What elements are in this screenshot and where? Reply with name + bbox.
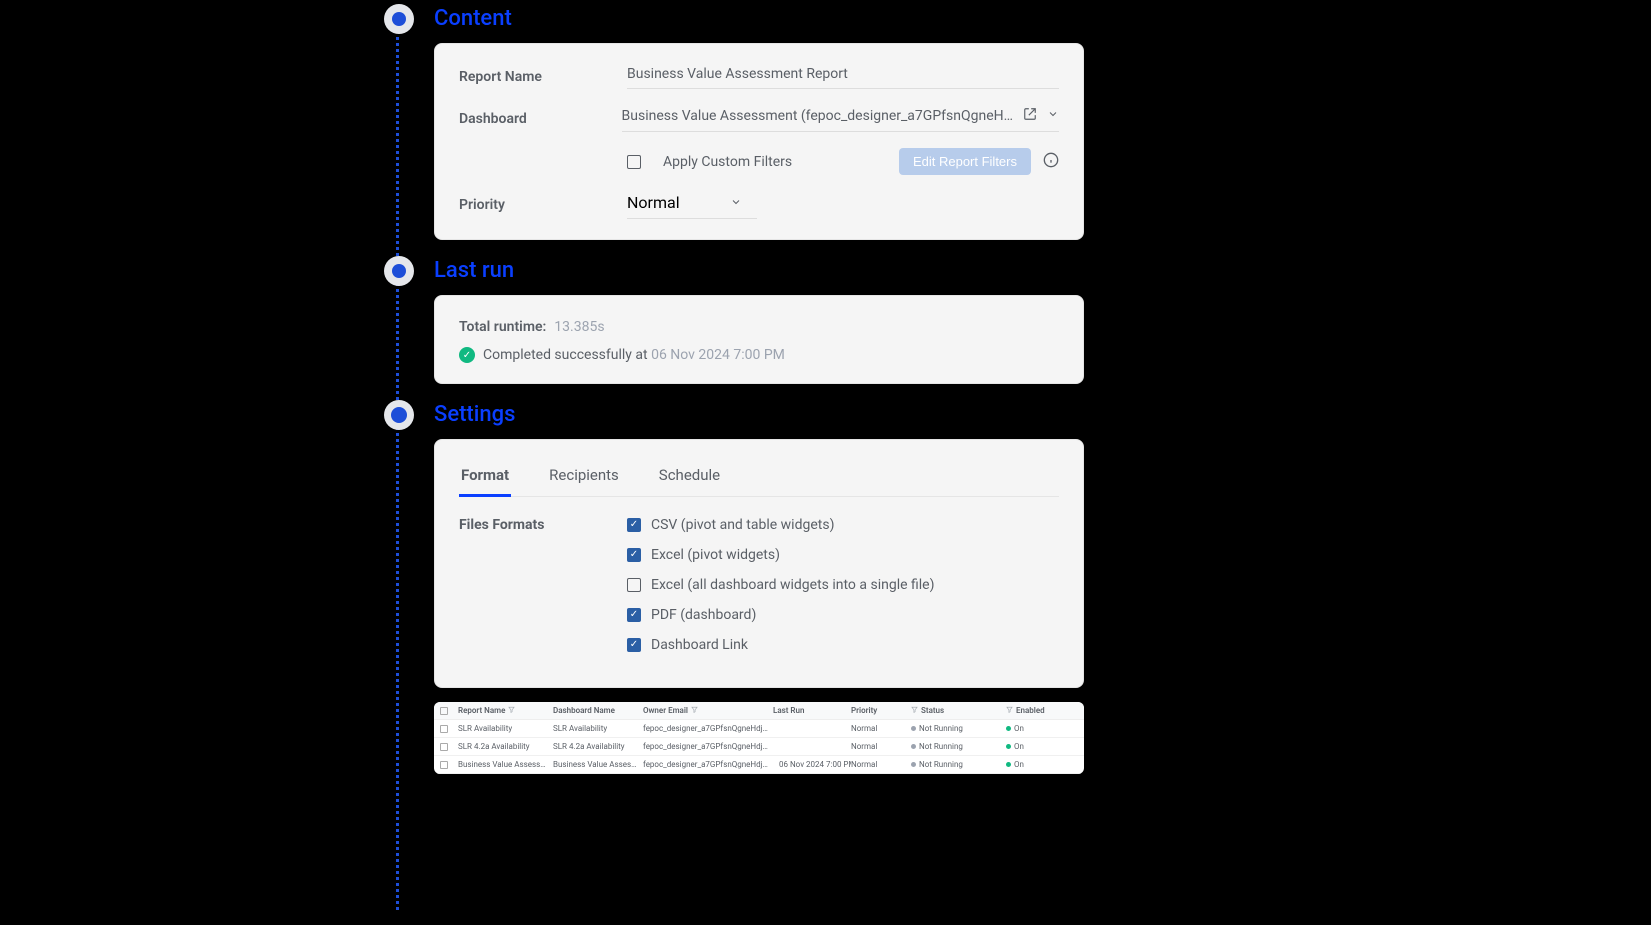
cell-status: Not Running	[911, 742, 1006, 751]
enabled-dot-icon	[1006, 762, 1011, 767]
formats-list: CSV (pivot and table widgets) Excel (pivo…	[627, 517, 1059, 667]
dashboard-value: Business Value Assessment (fepoc_designe…	[622, 108, 1013, 124]
lastrun-status-time: 06 Nov 2024 7:00 PM	[651, 347, 785, 363]
col-last-run[interactable]: Last Run	[773, 706, 804, 715]
cell-status: Not Running	[911, 724, 1006, 733]
format-label: Dashboard Link	[651, 637, 748, 653]
section-bullet-settings	[384, 400, 414, 430]
col-owner-email[interactable]: Owner Email	[643, 706, 688, 715]
apply-filters-label: Apply Custom Filters	[663, 154, 887, 170]
format-checkbox[interactable]	[627, 638, 641, 652]
cell-owner-email: fepoc_designer_a7GPfsnQgneHdjfkMpLOM…	[643, 760, 773, 769]
section-title-settings: Settings	[434, 400, 1084, 427]
status-dot-icon	[911, 762, 916, 767]
check-circle-icon: ✓	[459, 347, 475, 363]
cell-report-name: Business Value Assessment Report	[458, 760, 553, 769]
cell-enabled: On	[1006, 742, 1056, 751]
apply-filters-checkbox[interactable]	[627, 155, 641, 169]
cell-dashboard-name: SLR 4.2a Availability	[553, 742, 643, 751]
select-all-checkbox[interactable]	[440, 707, 448, 715]
lastrun-card: Total runtime: 13.385s ✓ Completed succe…	[434, 295, 1084, 384]
cell-report-name: SLR Availability	[458, 724, 553, 733]
format-checkbox[interactable]	[627, 578, 641, 592]
col-dashboard-name[interactable]: Dashboard Name	[553, 706, 615, 715]
col-enabled[interactable]: Enabled	[1016, 706, 1045, 715]
dashboard-label: Dashboard	[459, 111, 622, 127]
settings-card: Format Recipients Schedule Files Formats…	[434, 439, 1084, 688]
chevron-down-icon	[730, 193, 742, 212]
report-name-label: Report Name	[459, 69, 627, 85]
external-link-icon[interactable]	[1023, 107, 1037, 125]
section-bullet-lastrun	[384, 256, 414, 286]
format-checkbox[interactable]	[627, 518, 641, 532]
enabled-dot-icon	[1006, 744, 1011, 749]
cell-owner-email: fepoc_designer_a7GPfsnQgneHdjfkMpLOM…	[643, 724, 773, 733]
format-option: Dashboard Link	[627, 637, 1059, 653]
priority-label: Priority	[459, 197, 627, 213]
table-row[interactable]: SLR 4.2a AvailabilitySLR 4.2a Availabili…	[434, 738, 1084, 756]
edit-report-filters-button[interactable]: Edit Report Filters	[899, 148, 1031, 175]
settings-tabs: Format Recipients Schedule	[459, 460, 1059, 497]
format-option: Excel (pivot widgets)	[627, 547, 1059, 563]
filter-icon[interactable]	[911, 706, 918, 715]
cell-owner-email: fepoc_designer_a7GPfsnQgneHdjfkMpLOM…	[643, 742, 773, 751]
section-title-content: Content	[434, 4, 1084, 31]
cell-dashboard-name: Business Value Assessment	[553, 760, 643, 769]
cell-priority: Normal	[851, 742, 911, 751]
table-row[interactable]: SLR AvailabilitySLR Availabilityfepoc_de…	[434, 720, 1084, 738]
cell-report-name: SLR 4.2a Availability	[458, 742, 553, 751]
format-label: Excel (all dashboard widgets into a sing…	[651, 577, 934, 593]
tab-recipients[interactable]: Recipients	[547, 460, 621, 496]
info-icon[interactable]	[1043, 152, 1059, 172]
cell-dashboard-name: SLR Availability	[553, 724, 643, 733]
cell-priority: Normal	[851, 724, 911, 733]
section-bullet-content	[384, 4, 414, 34]
format-option: CSV (pivot and table widgets)	[627, 517, 1059, 533]
format-checkbox[interactable]	[627, 548, 641, 562]
filter-icon[interactable]	[691, 706, 698, 715]
priority-select[interactable]: Normal	[627, 191, 757, 219]
table-row[interactable]: Business Value Assessment ReportBusiness…	[434, 756, 1084, 774]
format-label: PDF (dashboard)	[651, 607, 756, 623]
enabled-dot-icon	[1006, 726, 1011, 731]
table-header: Report Name Dashboard Name Owner Email L…	[434, 702, 1084, 720]
lastrun-status-text: Completed successfully at	[483, 347, 648, 363]
format-label: Excel (pivot widgets)	[651, 547, 780, 563]
reports-table: Report Name Dashboard Name Owner Email L…	[434, 702, 1084, 774]
runtime-value: 13.385s	[554, 319, 604, 335]
cell-status: Not Running	[911, 760, 1006, 769]
content-card: Report Name Business Value Assessment Re…	[434, 43, 1084, 240]
row-checkbox[interactable]	[440, 725, 448, 733]
cell-last-run: 06 Nov 2024 7:00 PM	[773, 760, 851, 769]
tab-format[interactable]: Format	[459, 460, 511, 497]
cell-enabled: On	[1006, 724, 1056, 733]
col-status[interactable]: Status	[921, 706, 944, 715]
col-priority[interactable]: Priority	[851, 706, 877, 715]
format-option: PDF (dashboard)	[627, 607, 1059, 623]
status-dot-icon	[911, 726, 916, 731]
col-report-name[interactable]: Report Name	[458, 706, 505, 715]
runtime-label: Total runtime:	[459, 319, 546, 335]
filter-icon[interactable]	[1006, 706, 1013, 715]
tab-schedule[interactable]: Schedule	[657, 460, 722, 496]
chevron-down-icon[interactable]	[1047, 108, 1059, 124]
priority-value: Normal	[627, 193, 680, 212]
files-formats-label: Files Formats	[459, 517, 627, 667]
format-label: CSV (pivot and table widgets)	[651, 517, 834, 533]
row-checkbox[interactable]	[440, 743, 448, 751]
format-checkbox[interactable]	[627, 608, 641, 622]
filter-icon[interactable]	[508, 706, 515, 715]
row-checkbox[interactable]	[440, 761, 448, 769]
section-title-lastrun: Last run	[434, 256, 1084, 283]
status-dot-icon	[911, 744, 916, 749]
format-option: Excel (all dashboard widgets into a sing…	[627, 577, 1059, 593]
report-name-input[interactable]: Business Value Assessment Report	[627, 66, 1059, 89]
cell-enabled: On	[1006, 760, 1056, 769]
cell-priority: Normal	[851, 760, 911, 769]
